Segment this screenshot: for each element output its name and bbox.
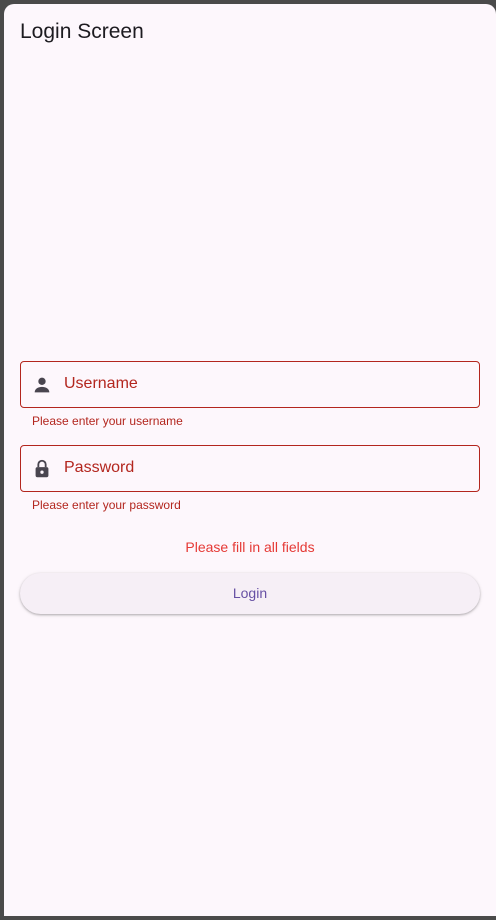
login-button[interactable]: Login [20, 573, 480, 614]
username-error-text: Please enter your username [32, 414, 183, 428]
page-title: Login Screen [20, 20, 144, 43]
username-field[interactable]: Username [20, 361, 480, 408]
lock-icon [31, 458, 53, 480]
person-icon [31, 374, 53, 396]
password-label: Password [64, 459, 135, 476]
app-bar: Login Screen [4, 4, 496, 60]
form-error-message: Please fill in all fields [185, 539, 315, 555]
login-screen: Login Screen Username Please enter your … [4, 4, 496, 916]
password-field[interactable]: Password [20, 445, 480, 492]
login-button-label: Login [232, 585, 268, 601]
password-error-text: Please enter your password [32, 498, 181, 512]
username-label: Username [64, 375, 138, 392]
